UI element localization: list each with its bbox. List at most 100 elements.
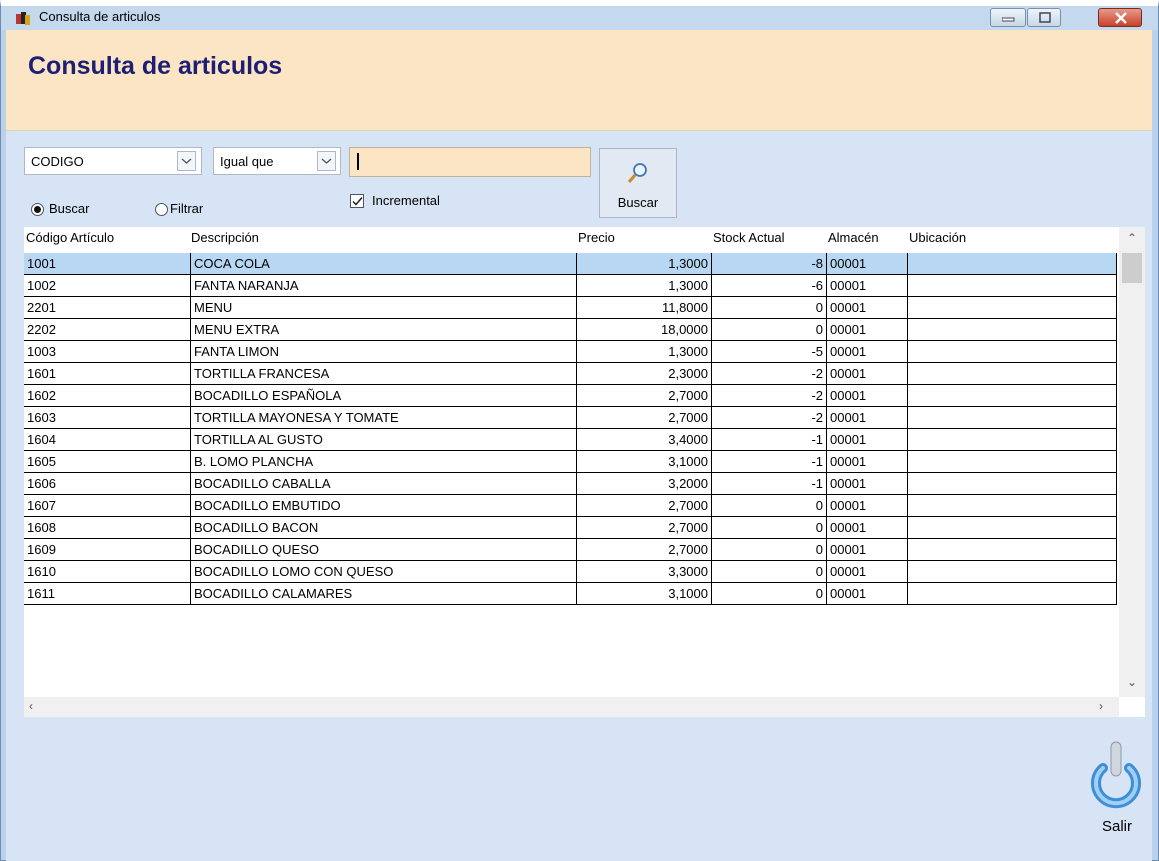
scroll-left-icon[interactable]: ‹ [29,699,33,713]
table-cell[interactable] [908,319,1117,341]
table-cell[interactable]: 1603 [24,407,191,429]
table-cell[interactable] [908,451,1117,473]
table-cell[interactable] [908,473,1117,495]
table-cell[interactable]: 1608 [24,517,191,539]
table-cell[interactable]: -8 [712,253,827,275]
scroll-up-icon[interactable]: ⌃ [1127,231,1137,245]
vertical-scrollbar[interactable]: ⌃ ⌄ [1119,227,1145,697]
table-cell[interactable]: TORTILLA AL GUSTO [191,429,577,451]
table-cell[interactable]: TORTILLA FRANCESA [191,363,577,385]
table-cell[interactable]: 1605 [24,451,191,473]
table-cell[interactable]: BOCADILLO CALAMARES [191,583,577,605]
table-cell[interactable]: 3,1000 [577,451,712,473]
table-cell[interactable]: 2,7000 [577,539,712,561]
table-cell[interactable]: 00001 [827,297,908,319]
table-cell[interactable]: 00001 [827,561,908,583]
table-row[interactable]: 2202 MENU EXTRA 18,0000 0 00001 [24,319,1117,341]
search-input-box[interactable] [349,147,591,177]
table-cell[interactable]: 0 [712,495,827,517]
operator-select[interactable]: Igual que [213,147,341,175]
table-cell[interactable]: 1003 [24,341,191,363]
table-cell[interactable]: 2,7000 [577,385,712,407]
table-cell[interactable]: COCA COLA [191,253,577,275]
table-cell[interactable]: 1002 [24,275,191,297]
table-cell[interactable]: 00001 [827,517,908,539]
table-cell[interactable]: 0 [712,297,827,319]
table-cell[interactable]: 2,7000 [577,517,712,539]
table-cell[interactable]: MENU EXTRA [191,319,577,341]
table-row[interactable]: 1607 BOCADILLO EMBUTIDO 2,7000 0 00001 [24,495,1117,517]
table-cell[interactable]: 00001 [827,451,908,473]
chevron-down-icon[interactable] [317,151,336,171]
table-cell[interactable]: 00001 [827,385,908,407]
table-row[interactable]: 1608 BOCADILLO BACON 2,7000 0 00001 [24,517,1117,539]
table-cell[interactable]: 2,3000 [577,363,712,385]
table-cell[interactable]: 3,2000 [577,473,712,495]
table-cell[interactable]: 1,3000 [577,253,712,275]
table-cell[interactable]: 0 [712,561,827,583]
horizontal-scrollbar[interactable]: ‹ › [24,697,1119,717]
table-row[interactable]: 1611 BOCADILLO CALAMARES 3,1000 0 00001 [24,583,1117,605]
table-cell[interactable]: BOCADILLO ESPAÑOLA [191,385,577,407]
scroll-down-icon[interactable]: ⌄ [1127,675,1137,689]
incremental-label[interactable]: Incremental [372,193,440,208]
scroll-right-icon[interactable]: › [1099,699,1103,713]
table-cell[interactable]: MENU [191,297,577,319]
table-cell[interactable] [908,561,1117,583]
table-cell[interactable]: 00001 [827,539,908,561]
table-cell[interactable]: 00001 [827,429,908,451]
table-cell[interactable]: -1 [712,451,827,473]
table-row[interactable]: 1601 TORTILLA FRANCESA 2,3000 -2 00001 [24,363,1117,385]
table-cell[interactable]: -6 [712,275,827,297]
table-cell[interactable]: BOCADILLO LOMO CON QUESO [191,561,577,583]
table-cell[interactable]: TORTILLA MAYONESA Y TOMATE [191,407,577,429]
column-header-stock[interactable]: Stock Actual [713,227,785,249]
table-cell[interactable]: FANTA NARANJA [191,275,577,297]
table-cell[interactable]: 1602 [24,385,191,407]
table-cell[interactable]: 18,0000 [577,319,712,341]
table-cell[interactable]: BOCADILLO EMBUTIDO [191,495,577,517]
table-cell[interactable]: 0 [712,319,827,341]
column-header-precio[interactable]: Precio [578,227,615,249]
search-input[interactable] [350,148,590,176]
table-cell[interactable]: 2,7000 [577,407,712,429]
table-cell[interactable]: FANTA LIMON [191,341,577,363]
table-cell[interactable] [908,495,1117,517]
table-row[interactable]: 1610 BOCADILLO LOMO CON QUESO 3,3000 0 00001 [24,561,1117,583]
table-cell[interactable]: BOCADILLO QUESO [191,539,577,561]
column-header-codigo[interactable]: Código Artículo [26,227,114,249]
table-cell[interactable]: BOCADILLO CABALLA [191,473,577,495]
table-cell[interactable]: 3,3000 [577,561,712,583]
table-cell[interactable]: 00001 [827,363,908,385]
table-cell[interactable]: 00001 [827,407,908,429]
radio-buscar[interactable] [31,203,44,216]
table-row[interactable]: 1609 BOCADILLO QUESO 2,7000 0 00001 [24,539,1117,561]
table-cell[interactable]: 3,4000 [577,429,712,451]
minimize-button[interactable] [990,8,1026,27]
table-cell[interactable]: 2202 [24,319,191,341]
table-cell[interactable]: 2201 [24,297,191,319]
table-cell[interactable]: 00001 [827,275,908,297]
table-cell[interactable]: 00001 [827,341,908,363]
table-cell[interactable]: 0 [712,539,827,561]
table-cell[interactable]: 1606 [24,473,191,495]
scroll-thumb[interactable] [1122,253,1142,283]
table-row[interactable]: 1605 B. LOMO PLANCHA 3,1000 -1 00001 [24,451,1117,473]
table-row[interactable]: 2201 MENU 11,8000 0 00001 [24,297,1117,319]
salir-button[interactable]: Salir [1088,738,1146,848]
table-cell[interactable] [908,583,1117,605]
title-bar[interactable]: Consulta de articulos [1,6,1158,30]
table-cell[interactable]: 1,3000 [577,341,712,363]
table-cell[interactable] [908,253,1117,275]
table-cell[interactable]: 3,1000 [577,583,712,605]
table-cell[interactable]: -5 [712,341,827,363]
table-cell[interactable]: 1,3000 [577,275,712,297]
radio-filtrar[interactable] [155,203,168,216]
column-header-ubicacion[interactable]: Ubicación [909,227,966,249]
table-cell[interactable] [908,539,1117,561]
buscar-button[interactable]: Buscar [599,148,677,218]
column-header-almacen[interactable]: Almacén [828,227,879,249]
table-cell[interactable]: 1607 [24,495,191,517]
table-cell[interactable]: -1 [712,473,827,495]
table-cell[interactable] [908,341,1117,363]
